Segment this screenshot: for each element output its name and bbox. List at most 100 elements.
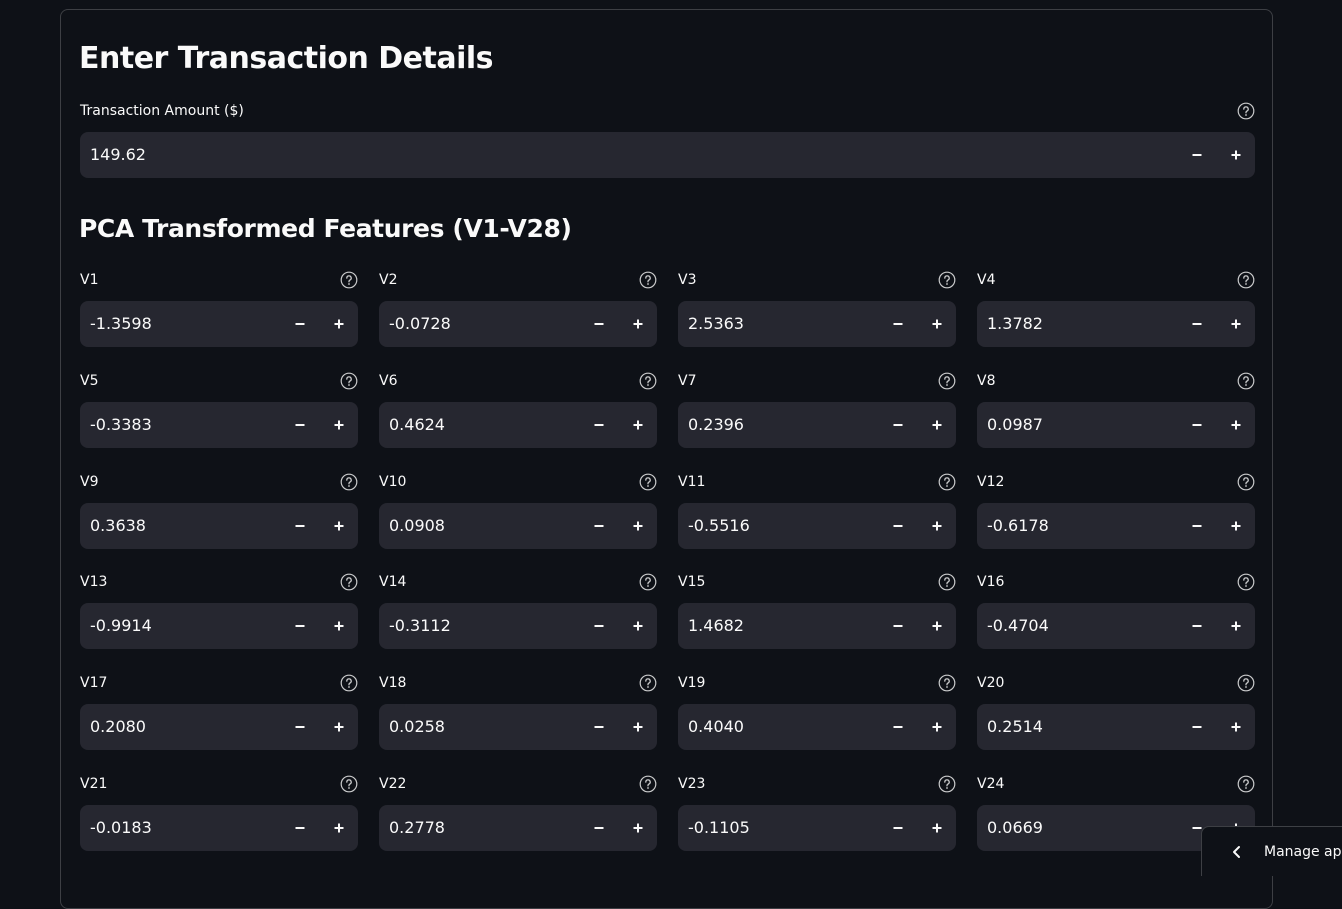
feature-input[interactable]: [90, 301, 278, 347]
increment-button[interactable]: [619, 301, 657, 347]
decrement-button[interactable]: [580, 704, 618, 750]
feature-input[interactable]: [688, 704, 876, 750]
decrement-button[interactable]: [281, 301, 319, 347]
increment-button[interactable]: [320, 503, 358, 549]
help-icon[interactable]: [340, 271, 358, 289]
decrement-button[interactable]: [580, 805, 618, 851]
feature-input[interactable]: [688, 603, 876, 649]
decrement-button[interactable]: [580, 603, 618, 649]
feature-input[interactable]: [688, 503, 876, 549]
help-icon[interactable]: [1237, 102, 1255, 120]
increment-button[interactable]: [1217, 603, 1255, 649]
increment-button[interactable]: [918, 603, 956, 649]
feature-input[interactable]: [90, 704, 278, 750]
increment-button[interactable]: [1217, 704, 1255, 750]
increment-button[interactable]: [918, 301, 956, 347]
transaction-amount-input[interactable]: [90, 132, 1175, 178]
help-icon[interactable]: [639, 674, 657, 692]
increment-button[interactable]: [320, 805, 358, 851]
increment-button[interactable]: [918, 402, 956, 448]
feature-input[interactable]: [987, 805, 1175, 851]
feature-input[interactable]: [389, 603, 577, 649]
increment-button[interactable]: [619, 402, 657, 448]
help-icon[interactable]: [639, 372, 657, 390]
feature-input[interactable]: [90, 805, 278, 851]
decrement-button[interactable]: [1178, 603, 1216, 649]
decrement-button[interactable]: [1178, 503, 1216, 549]
help-icon[interactable]: [938, 674, 956, 692]
decrement-button[interactable]: [879, 503, 917, 549]
decrement-button[interactable]: [1178, 704, 1216, 750]
increment-button[interactable]: [1217, 132, 1255, 178]
feature-input[interactable]: [90, 503, 278, 549]
feature-input[interactable]: [389, 704, 577, 750]
increment-button[interactable]: [320, 301, 358, 347]
help-icon[interactable]: [938, 473, 956, 491]
feature-input[interactable]: [688, 402, 876, 448]
decrement-button[interactable]: [879, 301, 917, 347]
help-icon[interactable]: [1237, 271, 1255, 289]
decrement-button[interactable]: [1178, 132, 1216, 178]
help-icon[interactable]: [1237, 573, 1255, 591]
help-icon[interactable]: [340, 573, 358, 591]
decrement-button[interactable]: [281, 603, 319, 649]
increment-button[interactable]: [1217, 301, 1255, 347]
feature-input[interactable]: [90, 402, 278, 448]
increment-button[interactable]: [1217, 402, 1255, 448]
feature-input[interactable]: [987, 603, 1175, 649]
help-icon[interactable]: [1237, 775, 1255, 793]
help-icon[interactable]: [639, 573, 657, 591]
decrement-button[interactable]: [580, 503, 618, 549]
help-icon[interactable]: [340, 674, 358, 692]
feature-input[interactable]: [987, 704, 1175, 750]
increment-button[interactable]: [320, 603, 358, 649]
decrement-button[interactable]: [879, 805, 917, 851]
increment-button[interactable]: [918, 805, 956, 851]
help-icon[interactable]: [938, 271, 956, 289]
decrement-button[interactable]: [879, 603, 917, 649]
feature-input[interactable]: [90, 603, 278, 649]
increment-button[interactable]: [320, 402, 358, 448]
help-icon[interactable]: [1237, 372, 1255, 390]
increment-button[interactable]: [320, 704, 358, 750]
feature-input[interactable]: [987, 402, 1175, 448]
increment-button[interactable]: [619, 704, 657, 750]
feature-input[interactable]: [987, 503, 1175, 549]
feature-input[interactable]: [688, 301, 876, 347]
decrement-button[interactable]: [281, 402, 319, 448]
decrement-button[interactable]: [1178, 301, 1216, 347]
feature-input[interactable]: [987, 301, 1175, 347]
increment-button[interactable]: [918, 503, 956, 549]
decrement-button[interactable]: [879, 704, 917, 750]
help-icon[interactable]: [938, 372, 956, 390]
manage-app-button[interactable]: Manage app: [1201, 826, 1342, 876]
decrement-button[interactable]: [281, 503, 319, 549]
increment-button[interactable]: [619, 503, 657, 549]
increment-button[interactable]: [619, 805, 657, 851]
increment-button[interactable]: [619, 603, 657, 649]
help-icon[interactable]: [340, 775, 358, 793]
increment-button[interactable]: [918, 704, 956, 750]
help-icon[interactable]: [340, 372, 358, 390]
help-icon[interactable]: [1237, 674, 1255, 692]
feature-input[interactable]: [389, 301, 577, 347]
help-icon[interactable]: [639, 473, 657, 491]
feature-input[interactable]: [389, 503, 577, 549]
decrement-button[interactable]: [879, 402, 917, 448]
feature-field-v9: V9: [80, 472, 358, 550]
decrement-button[interactable]: [1178, 402, 1216, 448]
decrement-button[interactable]: [580, 402, 618, 448]
help-icon[interactable]: [639, 271, 657, 289]
decrement-button[interactable]: [580, 301, 618, 347]
decrement-button[interactable]: [281, 805, 319, 851]
feature-input[interactable]: [389, 402, 577, 448]
help-icon[interactable]: [1237, 473, 1255, 491]
help-icon[interactable]: [938, 775, 956, 793]
help-icon[interactable]: [639, 775, 657, 793]
help-icon[interactable]: [340, 473, 358, 491]
increment-button[interactable]: [1217, 503, 1255, 549]
feature-input[interactable]: [688, 805, 876, 851]
help-icon[interactable]: [938, 573, 956, 591]
feature-input[interactable]: [389, 805, 577, 851]
decrement-button[interactable]: [281, 704, 319, 750]
